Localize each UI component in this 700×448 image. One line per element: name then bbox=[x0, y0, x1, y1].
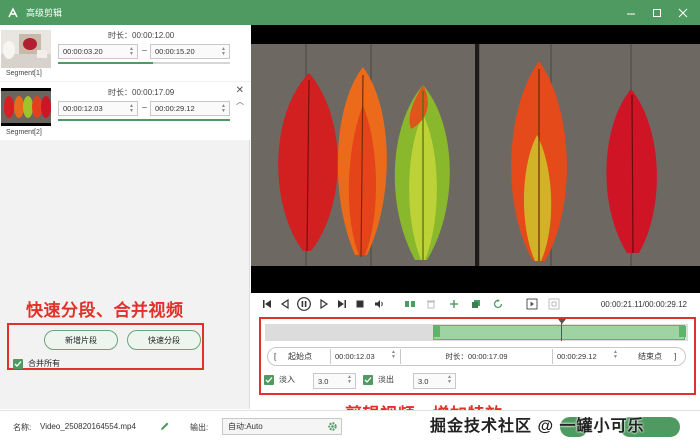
timeline-selection[interactable] bbox=[433, 325, 685, 340]
fade-out-checkbox[interactable]: 淡出 bbox=[363, 374, 394, 385]
quick-split-button[interactable]: 快速分段 bbox=[127, 330, 201, 350]
set-start-button[interactable]: 起始点 bbox=[288, 348, 312, 365]
range-separator bbox=[142, 50, 147, 51]
range-end-input[interactable]: 00:00:29.12 ▲ ▼ bbox=[552, 349, 622, 364]
segment-end-value: 00:00:15.20 bbox=[155, 47, 195, 56]
fade-in-value: 3.0 bbox=[318, 376, 329, 386]
snapshot-icon[interactable] bbox=[547, 297, 561, 311]
reset-icon[interactable] bbox=[491, 297, 505, 311]
stepper-icon[interactable]: ▲ ▼ bbox=[128, 45, 135, 58]
bracket-left-icon: [ bbox=[274, 352, 277, 361]
merge-all-label: 合并所有 bbox=[28, 359, 60, 368]
range-start-value: 00:00:12.03 bbox=[335, 352, 375, 361]
stop-icon[interactable] bbox=[353, 297, 367, 311]
step-forward-icon[interactable] bbox=[317, 297, 331, 311]
volume-icon[interactable] bbox=[372, 297, 386, 311]
edit-name-icon[interactable] bbox=[160, 421, 170, 433]
gear-icon[interactable] bbox=[327, 421, 338, 434]
playback-toolbar: 00:00:21.11/00:00:29.12 bbox=[251, 293, 700, 317]
segment-progress-fill bbox=[58, 119, 230, 121]
segment-label: Segment[1] bbox=[6, 70, 42, 77]
output-filename: Video_250820164554.mp4 bbox=[40, 422, 136, 431]
playhead-marker-icon[interactable] bbox=[558, 319, 566, 324]
start-point-label: 起始点 bbox=[288, 352, 312, 361]
timecode-display: 00:00:21.11/00:00:29.12 bbox=[600, 300, 687, 309]
segment-progress-fill bbox=[58, 62, 153, 64]
maximize-button[interactable] bbox=[644, 0, 670, 25]
remove-segment-icon[interactable]: ✕ bbox=[236, 85, 244, 96]
output-format-value: 自动:Auto bbox=[228, 422, 263, 431]
video-preview[interactable] bbox=[251, 25, 700, 293]
segment-progress-bar bbox=[58, 119, 230, 121]
segment-thumbnail bbox=[1, 88, 51, 126]
selection-end-handle[interactable] bbox=[679, 326, 686, 337]
stepper-icon[interactable]: ▲ ▼ bbox=[346, 375, 353, 385]
output-label: 输出: bbox=[190, 423, 209, 432]
app-logo-icon bbox=[6, 6, 20, 20]
close-window-button[interactable] bbox=[670, 0, 696, 25]
segment-item-1[interactable]: Segment[1] 时长：00:00:12.00 00:00:03.20 ▲ ▼… bbox=[0, 25, 250, 81]
window-title: 高级剪辑 bbox=[26, 8, 63, 18]
window-controls bbox=[618, 0, 696, 25]
stepper-icon[interactable]: ▲ ▼ bbox=[390, 350, 397, 360]
segment-label: Segment[2] bbox=[6, 129, 42, 136]
range-start-input[interactable]: 00:00:12.03 ▲ ▼ bbox=[330, 349, 400, 364]
segment-end-value: 00:00:29.12 bbox=[155, 104, 195, 113]
segment-end-input[interactable]: 00:00:15.20 ▲ ▼ bbox=[150, 44, 230, 59]
minimize-button[interactable] bbox=[618, 0, 644, 25]
fade-in-label: 淡入 bbox=[279, 375, 295, 384]
segment-start-input[interactable]: 00:00:12.03 ▲ ▼ bbox=[58, 101, 138, 116]
range-editor: [ 起始点 00:00:12.03 ▲ ▼ 时长：00:00:17.09 00:0… bbox=[267, 347, 686, 366]
watermark: 掘金技术社区 @ 一罐小可乐 bbox=[430, 418, 645, 435]
segment-end-input[interactable]: 00:00:29.12 ▲ ▼ bbox=[150, 101, 230, 116]
selection-start-handle[interactable] bbox=[433, 326, 440, 337]
pause-icon[interactable] bbox=[297, 297, 311, 311]
segment-start-value: 00:00:03.20 bbox=[63, 47, 103, 56]
fade-out-label: 淡出 bbox=[378, 375, 394, 384]
fade-out-input[interactable]: 3.0 ▲ ▼ bbox=[413, 373, 456, 389]
fade-in-input[interactable]: 3.0 ▲ ▼ bbox=[313, 373, 356, 389]
stepper-icon[interactable]: ▲ ▼ bbox=[128, 102, 135, 115]
segment-start-value: 00:00:12.03 bbox=[63, 104, 103, 113]
checkbox-checked-icon[interactable] bbox=[363, 374, 373, 385]
step-back-icon[interactable] bbox=[278, 297, 292, 311]
skip-to-start-icon[interactable] bbox=[260, 297, 274, 311]
segment-item-2[interactable]: Segment[2] 时长：00:00:17.09 ✕ ︿ 00:00:12.0… bbox=[0, 82, 250, 140]
add-icon[interactable] bbox=[447, 297, 461, 311]
skip-to-end-icon[interactable] bbox=[335, 297, 349, 311]
segment-start-input[interactable]: 00:00:03.20 ▲ ▼ bbox=[58, 44, 138, 59]
range-end-value: 00:00:29.12 bbox=[557, 352, 597, 361]
stepper-icon[interactable]: ▲ ▼ bbox=[446, 375, 453, 385]
split-clip-icon[interactable] bbox=[403, 297, 417, 311]
segment-progress-bar bbox=[58, 62, 230, 64]
mark-range-icon[interactable] bbox=[525, 297, 539, 311]
range-duration-value: 时长：00:00:17.09 bbox=[445, 352, 508, 361]
checkbox-checked-icon[interactable] bbox=[13, 358, 23, 369]
end-point-label: 结束点 bbox=[638, 352, 662, 361]
range-separator bbox=[142, 107, 147, 108]
set-end-button[interactable]: 结束点 bbox=[638, 348, 662, 365]
delete-icon[interactable] bbox=[424, 297, 438, 311]
segment-thumbnail bbox=[1, 30, 51, 68]
chevron-up-icon[interactable]: ︿ bbox=[236, 96, 244, 107]
name-label: 名称: bbox=[13, 423, 32, 432]
timeline-track[interactable] bbox=[265, 319, 688, 341]
bracket-right-icon: ] bbox=[674, 352, 677, 361]
range-duration: 时长：00:00:17.09 bbox=[400, 349, 552, 364]
merge-all-checkbox[interactable]: 合并所有 bbox=[13, 358, 60, 369]
stepper-icon[interactable]: ▲ ▼ bbox=[612, 350, 619, 360]
stepper-icon[interactable]: ▲ ▼ bbox=[220, 102, 227, 115]
fade-in-checkbox[interactable]: 淡入 bbox=[264, 374, 295, 385]
fade-out-value: 3.0 bbox=[418, 376, 429, 386]
output-format-select[interactable]: 自动:Auto bbox=[222, 418, 342, 435]
checkbox-checked-icon[interactable] bbox=[264, 374, 274, 385]
annotation-split-merge: 快速分段、合并视频 bbox=[26, 301, 184, 320]
copy-icon[interactable] bbox=[469, 297, 483, 311]
segment-duration: 时长：00:00:12.00 bbox=[108, 31, 175, 40]
add-segment-button[interactable]: 新增片段 bbox=[44, 330, 118, 350]
segment-duration: 时长：00:00:17.09 bbox=[108, 88, 175, 97]
stepper-icon[interactable]: ▲ ▼ bbox=[220, 45, 227, 58]
title-bar: 高级剪辑 bbox=[0, 0, 700, 25]
